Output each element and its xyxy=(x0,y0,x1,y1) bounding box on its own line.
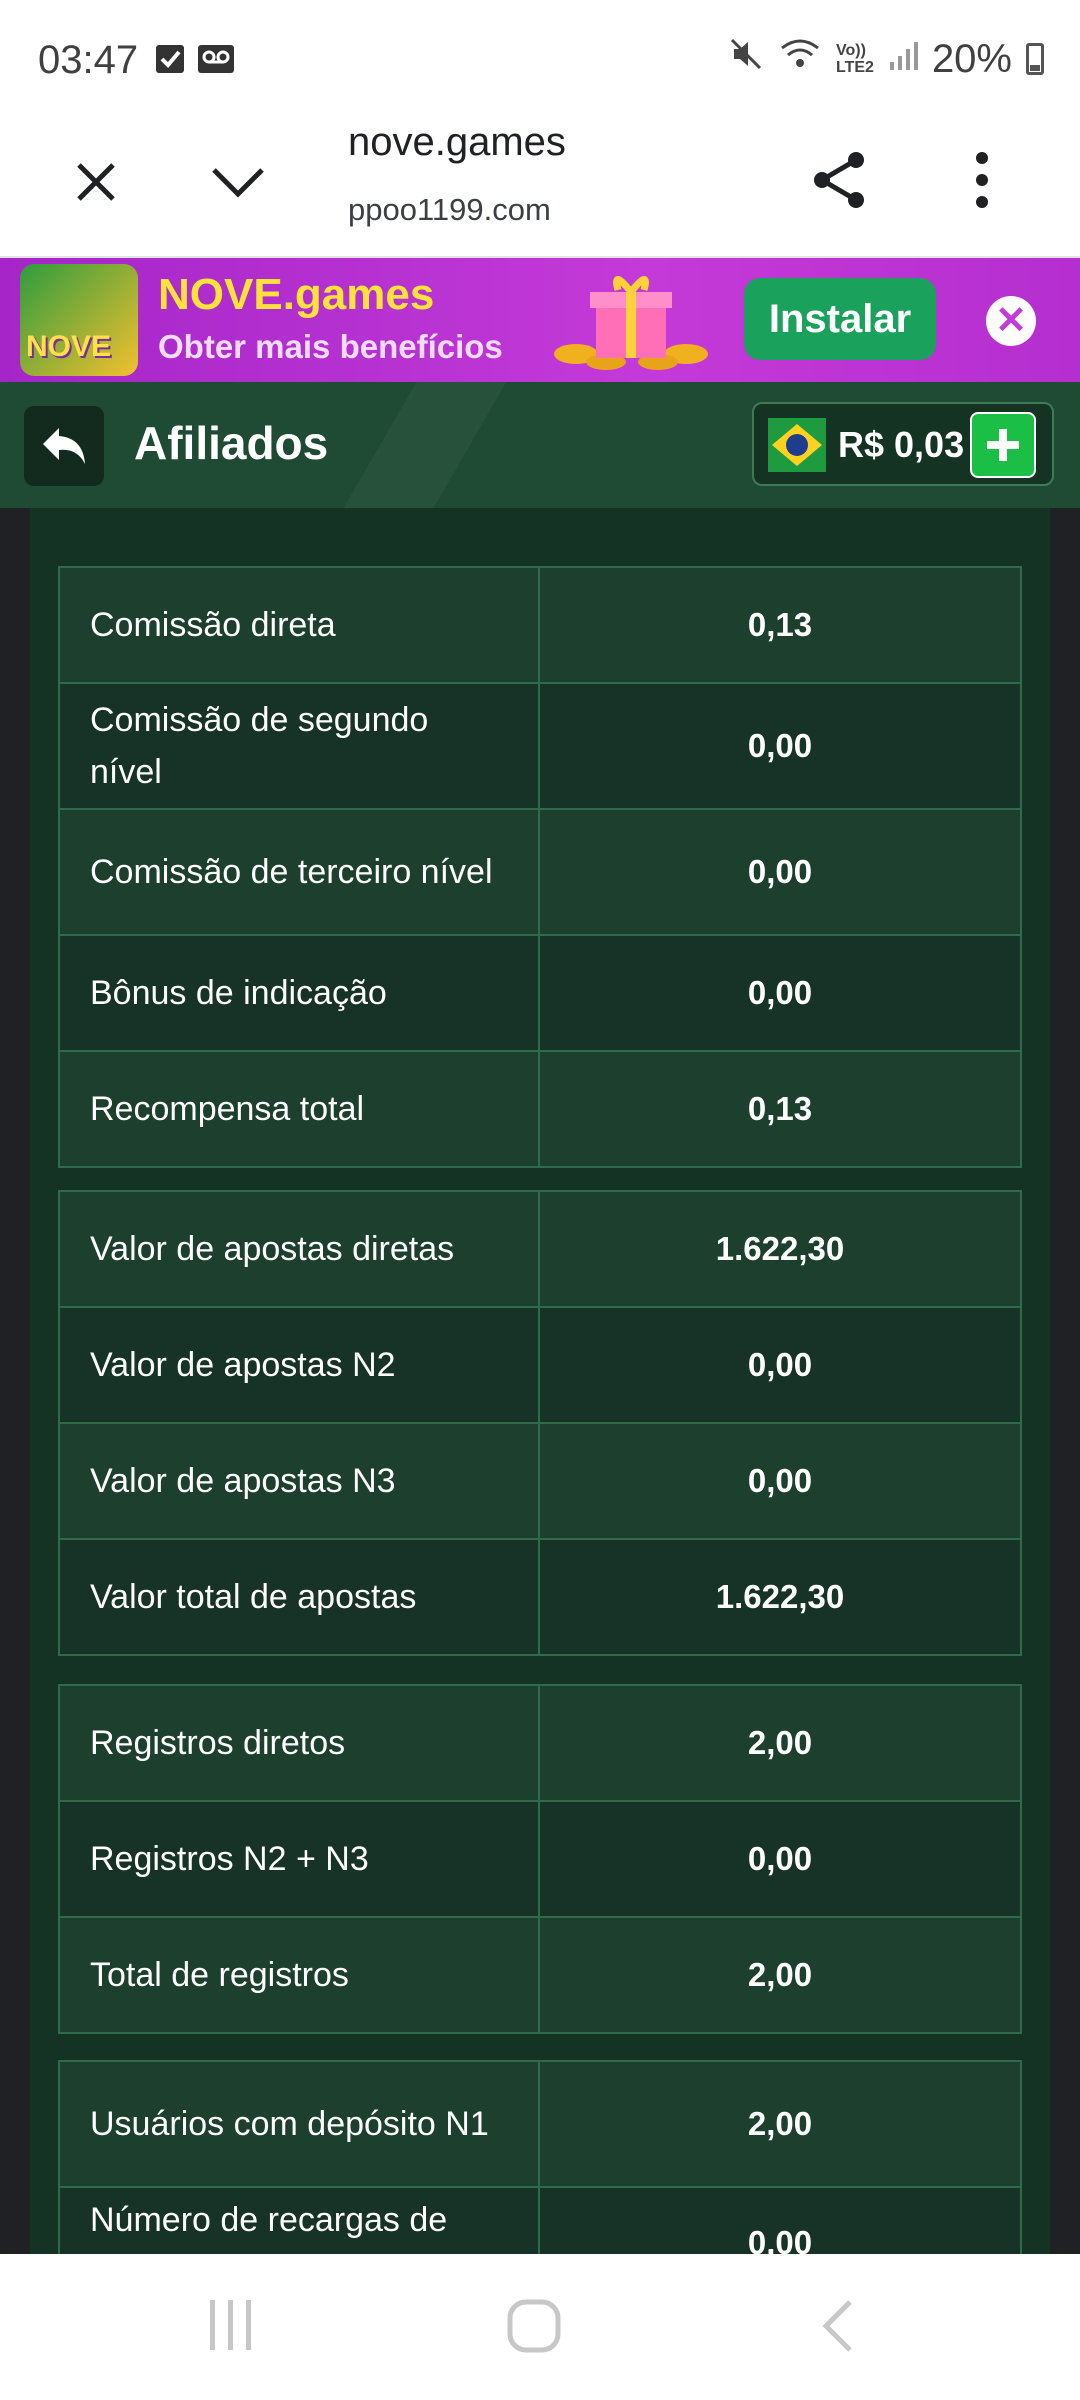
table-row: Registros diretos 2,00 xyxy=(60,1686,1020,1802)
banner-close-button[interactable]: ✕ xyxy=(986,296,1036,346)
close-tab-button[interactable] xyxy=(60,146,132,218)
row-label: Total de registros xyxy=(60,1918,540,2032)
row-label: Usuários com depósito N1 xyxy=(60,2062,540,2186)
row-value: 2,00 xyxy=(747,1956,813,1993)
page-heading: Afiliados xyxy=(134,417,329,469)
row-value: 0,00 xyxy=(747,2224,813,2254)
close-icon xyxy=(77,163,115,201)
table-row: Total de registros 2,00 xyxy=(60,1918,1020,2032)
row-value: 1.622,30 xyxy=(715,1230,845,1267)
table-row: Comissão de terceiro nível 0,00 xyxy=(60,810,1020,936)
table-row: Valor de apostas N2 0,00 xyxy=(60,1308,1020,1424)
battery-level: 20% xyxy=(931,36,1012,81)
mute-icon xyxy=(728,36,764,82)
row-label: Recompensa total xyxy=(60,1052,540,1166)
row-value: 0,00 xyxy=(747,974,813,1011)
back-nav-button[interactable] xyxy=(818,2298,858,2359)
back-button[interactable] xyxy=(24,406,104,486)
table-row: Valor de apostas N3 0,00 xyxy=(60,1424,1020,1540)
deposit-button[interactable] xyxy=(970,412,1036,478)
banner-title: NOVE.games xyxy=(158,270,435,319)
page-url[interactable]: ppoo1199.com xyxy=(348,192,551,228)
signal-icon xyxy=(888,37,918,82)
table-row: Usuários com depósito N1 2,00 xyxy=(60,2062,1020,2188)
home-icon xyxy=(507,2299,561,2353)
volte-icon: Vo)) LTE2 xyxy=(836,42,874,76)
table-row: Recompensa total 0,13 xyxy=(60,1052,1020,1166)
table-row: Registros N2 + N3 0,00 xyxy=(60,1802,1020,1918)
banner-subtitle: Obter mais benefícios xyxy=(158,328,503,365)
table-row: Bônus de indicação 0,00 xyxy=(60,936,1020,1052)
app-logo: NOVE xyxy=(20,264,138,376)
battery-icon xyxy=(1026,43,1044,75)
row-label: Registros N2 + N3 xyxy=(60,1802,540,1916)
row-label: Bônus de indicação xyxy=(60,936,540,1050)
row-label: Valor total de apostas xyxy=(60,1540,540,1654)
row-value: 0,00 xyxy=(747,1346,813,1383)
row-label: Comissão direta xyxy=(60,568,540,682)
row-value: 0,00 xyxy=(747,853,813,890)
commission-table: Comissão direta 0,13 Comissão de segundo… xyxy=(58,566,1022,1168)
wifi-icon xyxy=(778,36,822,82)
row-value: 0,00 xyxy=(747,1462,813,1499)
home-button[interactable] xyxy=(506,2298,562,2359)
app-header: Afiliados R$ 0,03 xyxy=(0,382,1080,508)
row-value: 2,00 xyxy=(747,1724,813,1761)
check-box-icon xyxy=(154,42,186,76)
row-value: 1.622,30 xyxy=(715,1578,845,1615)
row-label: Valor de apostas N3 xyxy=(60,1424,540,1538)
page-title: nove.games xyxy=(348,120,566,164)
more-vert-icon xyxy=(976,152,988,208)
table-row: Valor total de apostas 1.622,30 xyxy=(60,1540,1020,1654)
balance-amount: R$ 0,03 xyxy=(838,424,965,465)
install-button[interactable]: Instalar xyxy=(744,278,936,360)
table-row: Comissão direta 0,13 xyxy=(60,568,1020,684)
brazil-flag-icon xyxy=(768,418,826,472)
registrations-table: Registros diretos 2,00 Registros N2 + N3… xyxy=(58,1684,1022,2034)
share-button[interactable] xyxy=(800,140,880,220)
content-area[interactable]: Comissão direta 0,13 Comissão de segundo… xyxy=(0,508,1080,2254)
close-icon: ✕ xyxy=(995,300,1027,342)
table-row: Comissão de segundo nível 0,00 xyxy=(60,684,1020,810)
menu-button[interactable] xyxy=(952,140,1012,220)
table-row: Valor de apostas diretas 1.622,30 xyxy=(60,1192,1020,1308)
clock: 03:47 xyxy=(38,38,139,82)
install-banner[interactable]: NOVE NOVE.games Obter mais benefícios In… xyxy=(0,258,1080,382)
row-label: Comissão de terceiro nível xyxy=(60,810,540,934)
plus-icon xyxy=(987,429,1019,461)
share-icon xyxy=(814,152,864,208)
bets-table: Valor de apostas diretas 1.622,30 Valor … xyxy=(58,1190,1022,1656)
row-label: Comissão de segundo nível xyxy=(60,684,540,808)
voicemail-icon xyxy=(196,42,236,76)
minimize-button[interactable] xyxy=(202,146,274,218)
row-label: Valor de apostas N2 xyxy=(60,1308,540,1422)
status-right: Vo)) LTE2 20% xyxy=(728,36,1044,82)
row-label: Registros diretos xyxy=(60,1686,540,1800)
row-value: 2,00 xyxy=(747,2105,813,2142)
row-value: 0,00 xyxy=(747,727,813,764)
system-nav-bar xyxy=(0,2254,1080,2400)
row-value: 0,13 xyxy=(747,606,813,643)
table-row: Número de recargas de 0,00 xyxy=(60,2188,1020,2254)
deposits-table: Usuários com depósito N1 2,00 Número de … xyxy=(58,2060,1022,2254)
back-nav-icon xyxy=(822,2300,852,2352)
row-value: 0,00 xyxy=(747,1840,813,1877)
browser-toolbar: nove.games ppoo1199.com xyxy=(0,118,1080,258)
back-arrow-icon xyxy=(43,428,85,464)
row-value: 0,13 xyxy=(747,1090,813,1127)
recent-apps-button[interactable] xyxy=(206,2298,256,2357)
status-bar: 03:47 Vo)) LTE2 20% xyxy=(0,0,1080,118)
recent-apps-icon xyxy=(210,2300,251,2350)
gift-icon xyxy=(546,268,716,372)
row-label: Valor de apostas diretas xyxy=(60,1192,540,1306)
chevron-down-icon xyxy=(212,168,264,198)
row-label: Número de recargas de xyxy=(60,2188,540,2254)
balance-widget: R$ 0,03 xyxy=(752,402,1054,486)
